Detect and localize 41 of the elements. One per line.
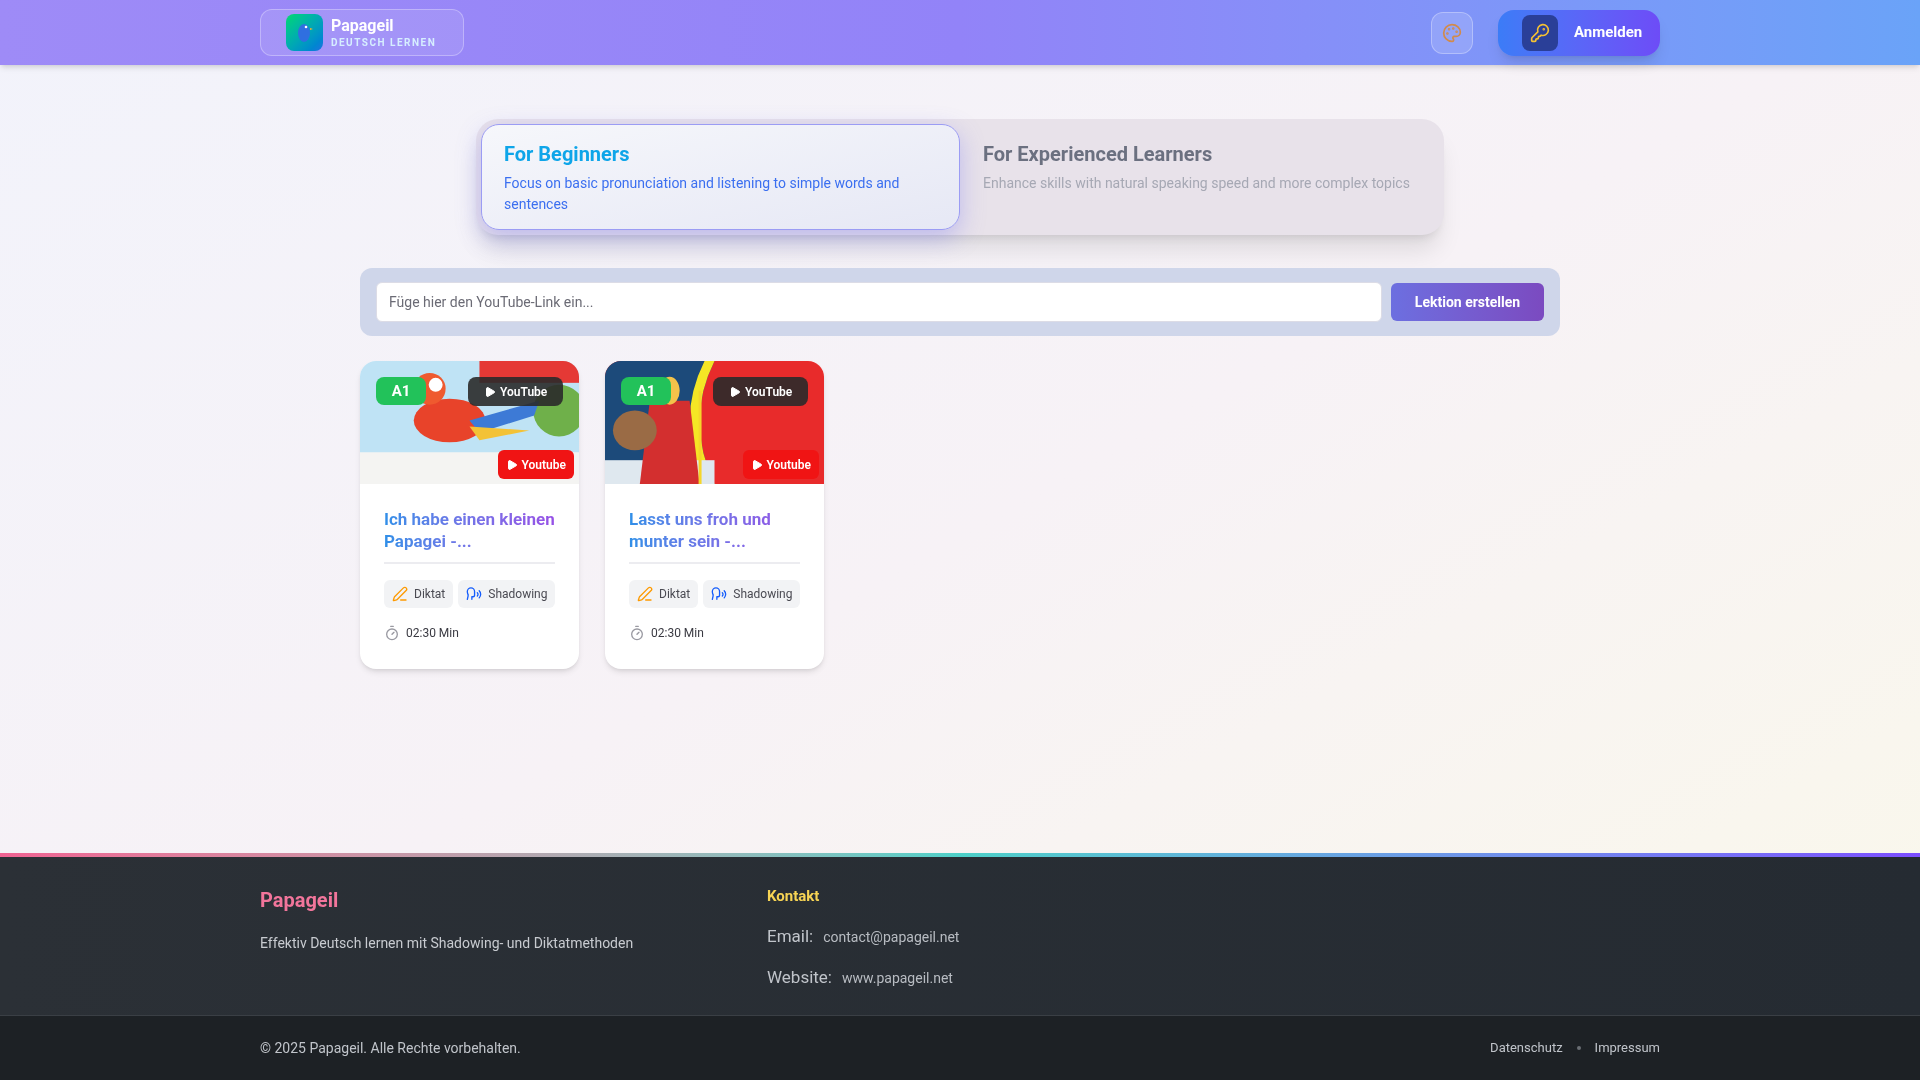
pen-icon xyxy=(637,586,653,602)
contact-value[interactable]: contact@papageil.net xyxy=(823,926,960,948)
contact-label: Email: xyxy=(767,924,814,948)
lesson-card[interactable]: A1 YouTube Youtube Ich habe einen kleinen Papagei -... Diktat Shadowing 02:30 Min xyxy=(360,361,579,669)
footer-link[interactable]: Impressum xyxy=(1594,1038,1660,1058)
youtube-link-field[interactable]: Füge hier den YouTube-Link ein... xyxy=(376,282,1382,322)
contact-value[interactable]: www.papageil.net xyxy=(842,968,953,989)
stopwatch-icon xyxy=(629,625,645,641)
parrot-logo-icon xyxy=(286,14,323,51)
speaking-head-icon xyxy=(711,586,728,602)
stopwatch-icon xyxy=(384,625,400,641)
level-tab[interactable]: For Experienced Learners Enhance skills with natural speaking speed and more complex topics xyxy=(960,124,1439,230)
channel-badge: Youtube xyxy=(497,450,574,479)
footer-tagline: Effektiv Deutsch lernen mit Shadowing- und Diktatmethoden xyxy=(260,934,635,953)
pen-icon xyxy=(392,586,408,602)
level-tab[interactable]: For Beginners Focus on basic pronunciation and listening to simple words and sentences xyxy=(481,124,960,230)
channel-badge: Youtube xyxy=(742,450,819,479)
key-icon xyxy=(1522,14,1558,51)
create-lesson-button[interactable]: Lektion erstellen xyxy=(1391,283,1544,321)
footer-link[interactable]: Datenschutz xyxy=(1490,1038,1563,1058)
method-tag: Diktat xyxy=(629,580,699,608)
lesson-duration: 02:30 Min xyxy=(406,625,459,642)
brand-tagline: DEUTSCH LERNEN xyxy=(331,37,437,48)
level-badge: A1 xyxy=(376,377,426,405)
contact-heading: Kontakt xyxy=(767,886,821,907)
lesson-card[interactable]: A1 YouTube Youtube Lasst uns froh und munter sein -... Diktat Shadowing 02:30 Min xyxy=(605,361,824,669)
level-badge: A1 xyxy=(621,377,671,405)
method-tag: Shadowing xyxy=(458,580,556,608)
footer-brand: Papageil xyxy=(260,887,340,914)
speaking-head-icon xyxy=(466,586,483,602)
brand-name: Papageil xyxy=(331,17,395,34)
copyright-text: © 2025 Papageil. Alle Rechte vorbehalten. xyxy=(260,1038,521,1058)
source-badge: YouTube xyxy=(468,377,564,406)
theme-button[interactable] xyxy=(1431,11,1473,54)
lesson-duration: 02:30 Min xyxy=(651,625,704,642)
method-tag: Diktat xyxy=(384,580,454,608)
login-button[interactable]: Anmelden xyxy=(1498,9,1660,56)
source-badge: YouTube xyxy=(713,377,809,406)
contact-label: Website: xyxy=(767,966,832,989)
method-tag: Shadowing xyxy=(703,580,801,608)
palette-icon xyxy=(1442,22,1462,43)
